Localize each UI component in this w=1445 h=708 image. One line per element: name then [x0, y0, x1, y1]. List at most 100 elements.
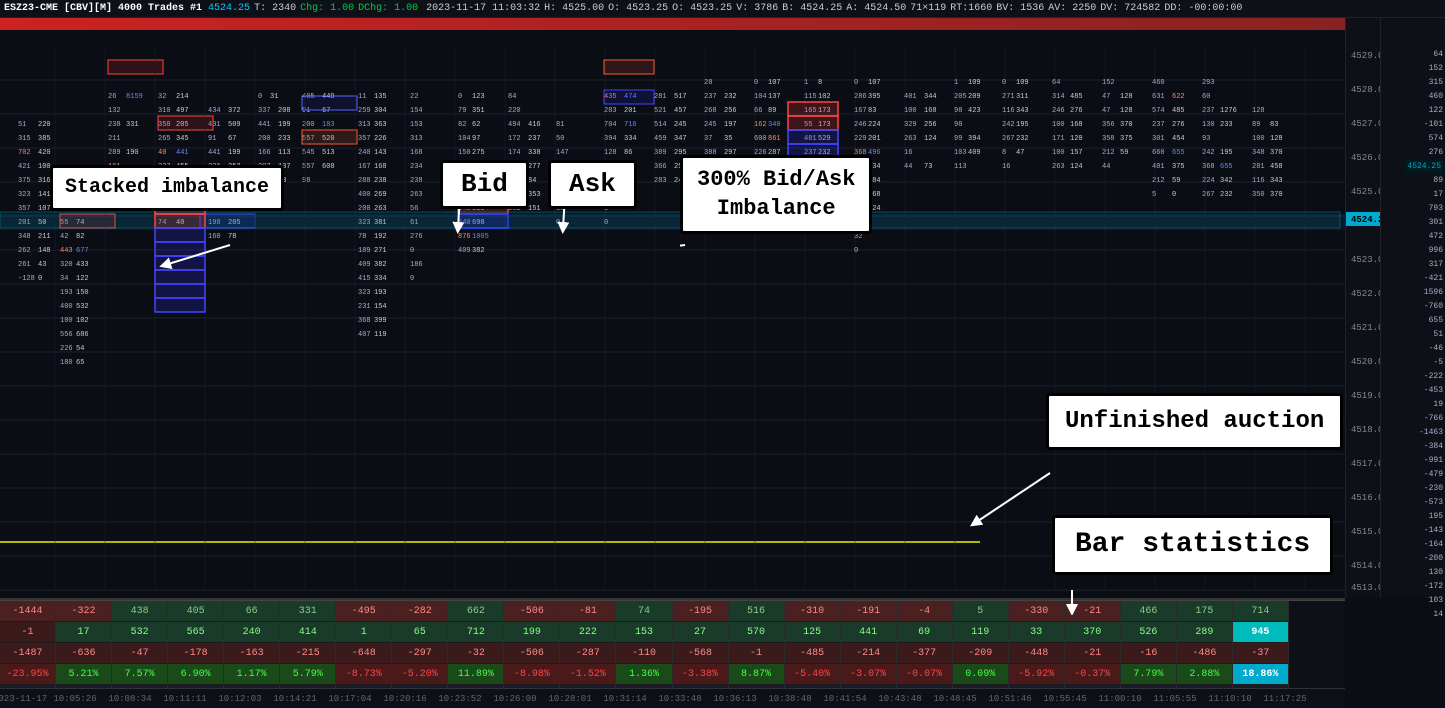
mindelta-cell: -163	[224, 643, 279, 664]
svg-text:201: 201	[624, 107, 637, 115]
svg-text:415: 415	[358, 275, 371, 283]
svg-text:316: 316	[38, 177, 51, 185]
svg-text:421: 421	[18, 163, 31, 171]
svg-text:231: 231	[358, 303, 371, 311]
svg-text:11: 11	[358, 93, 366, 101]
svg-text:189: 189	[358, 247, 371, 255]
delta-cell: -4	[897, 601, 952, 622]
ask-annotation: Ask	[548, 160, 637, 209]
svg-text:401: 401	[904, 93, 917, 101]
delta-cell: -495	[336, 601, 391, 622]
svg-text:135: 135	[374, 93, 387, 101]
time-label: 10:51:46	[988, 694, 1031, 704]
svg-text:54: 54	[76, 345, 84, 353]
mindelta-cell: -636	[56, 643, 111, 664]
delta-cell: 438	[112, 601, 167, 622]
time-axis: 2023-11-1710:05:2610:08:3410:11:1110:12:…	[0, 688, 1345, 708]
svg-text:263: 263	[410, 191, 423, 199]
svg-text:271: 271	[1002, 93, 1015, 101]
svg-text:420: 420	[38, 149, 51, 157]
deltapct-cell: -23.95%	[0, 664, 55, 685]
time-label: 10:26:00	[493, 694, 536, 704]
svg-text:37: 37	[704, 135, 712, 143]
svg-text:631: 631	[1152, 93, 1165, 101]
svg-text:557: 557	[302, 163, 315, 171]
svg-text:277: 277	[528, 163, 541, 171]
maxdelta-cell: 199	[504, 622, 559, 643]
svg-text:313: 313	[410, 135, 423, 143]
svg-text:153: 153	[410, 121, 423, 129]
svg-text:0: 0	[458, 93, 462, 101]
mindelta-cell: -209	[953, 643, 1008, 664]
svg-text:233: 233	[278, 135, 291, 143]
svg-text:513: 513	[322, 149, 335, 157]
time-label: 10:17:04	[328, 694, 371, 704]
delta-cell: 5	[953, 601, 1008, 622]
svg-text:47: 47	[1102, 107, 1110, 115]
deltapct-cell: -8.73%	[336, 664, 391, 685]
svg-text:608: 608	[322, 163, 335, 171]
mindelta-cell: -21	[1065, 643, 1120, 664]
svg-text:348: 348	[18, 233, 31, 241]
svg-text:276: 276	[1172, 121, 1185, 129]
svg-text:128: 128	[1120, 107, 1133, 115]
svg-text:262: 262	[18, 247, 31, 255]
svg-text:329: 329	[904, 121, 917, 129]
svg-text:211: 211	[108, 135, 121, 143]
svg-text:47: 47	[1102, 93, 1110, 101]
svg-text:211: 211	[38, 233, 51, 241]
svg-text:43: 43	[38, 261, 46, 269]
deltapct-cell: 0.09%	[953, 664, 1008, 685]
svg-text:99: 99	[954, 135, 962, 143]
svg-text:238: 238	[410, 177, 423, 185]
chart-area[interactable]: 51220 315385 702420 421100 375316 323141…	[0, 18, 1345, 598]
top-indicator-band	[0, 18, 1345, 30]
svg-text:363: 363	[374, 121, 387, 129]
svg-text:104: 104	[458, 135, 471, 143]
svg-text:65: 65	[76, 359, 84, 367]
svg-text:50: 50	[556, 135, 564, 143]
bid-display: B: 4524.25	[782, 3, 842, 14]
svg-text:494: 494	[508, 121, 521, 129]
svg-text:186: 186	[410, 261, 423, 269]
svg-text:214: 214	[176, 93, 189, 101]
time-label: 11:10:10	[1208, 694, 1251, 704]
svg-text:358: 358	[1102, 135, 1115, 143]
maxdelta-cell: 414	[280, 622, 335, 643]
svg-text:382: 382	[374, 261, 387, 269]
svg-text:5: 5	[1152, 191, 1156, 199]
svg-text:16: 16	[1002, 163, 1010, 171]
svg-text:120: 120	[1070, 135, 1083, 143]
svg-text:150: 150	[76, 289, 89, 297]
time-label: 10:38:48	[768, 694, 811, 704]
svg-text:100: 100	[1052, 121, 1065, 129]
svg-text:34: 34	[60, 275, 68, 283]
svg-text:521: 521	[654, 107, 667, 115]
svg-text:0: 0	[410, 247, 414, 255]
maxdelta-cell: 370	[1065, 622, 1120, 643]
svg-text:320: 320	[60, 261, 73, 269]
svg-text:109: 109	[968, 79, 981, 87]
delta-cell: 714	[1233, 601, 1288, 622]
svg-text:98: 98	[302, 177, 310, 185]
svg-text:59: 59	[1120, 149, 1128, 157]
svg-text:137: 137	[768, 93, 781, 101]
mindelta-cell: -486	[1177, 643, 1232, 664]
svg-text:123: 123	[472, 93, 485, 101]
svg-text:100: 100	[38, 163, 51, 171]
svg-text:35: 35	[724, 135, 732, 143]
svg-text:183: 183	[322, 121, 335, 129]
svg-text:83: 83	[1270, 121, 1278, 129]
trades2-display: 71×119	[910, 3, 946, 14]
svg-text:31: 31	[270, 93, 278, 101]
svg-text:1: 1	[954, 79, 958, 87]
svg-text:574: 574	[1152, 107, 1165, 115]
svg-text:509: 509	[228, 121, 241, 129]
maxdelta-cell: -1	[0, 622, 55, 643]
maxdelta-cell: 1	[336, 622, 391, 643]
svg-text:351: 351	[472, 107, 485, 115]
open-display: O: 4523.25	[608, 3, 668, 14]
svg-text:655: 655	[1220, 163, 1233, 171]
time-label: 11:05:55	[1153, 694, 1196, 704]
svg-text:399: 399	[374, 317, 387, 325]
